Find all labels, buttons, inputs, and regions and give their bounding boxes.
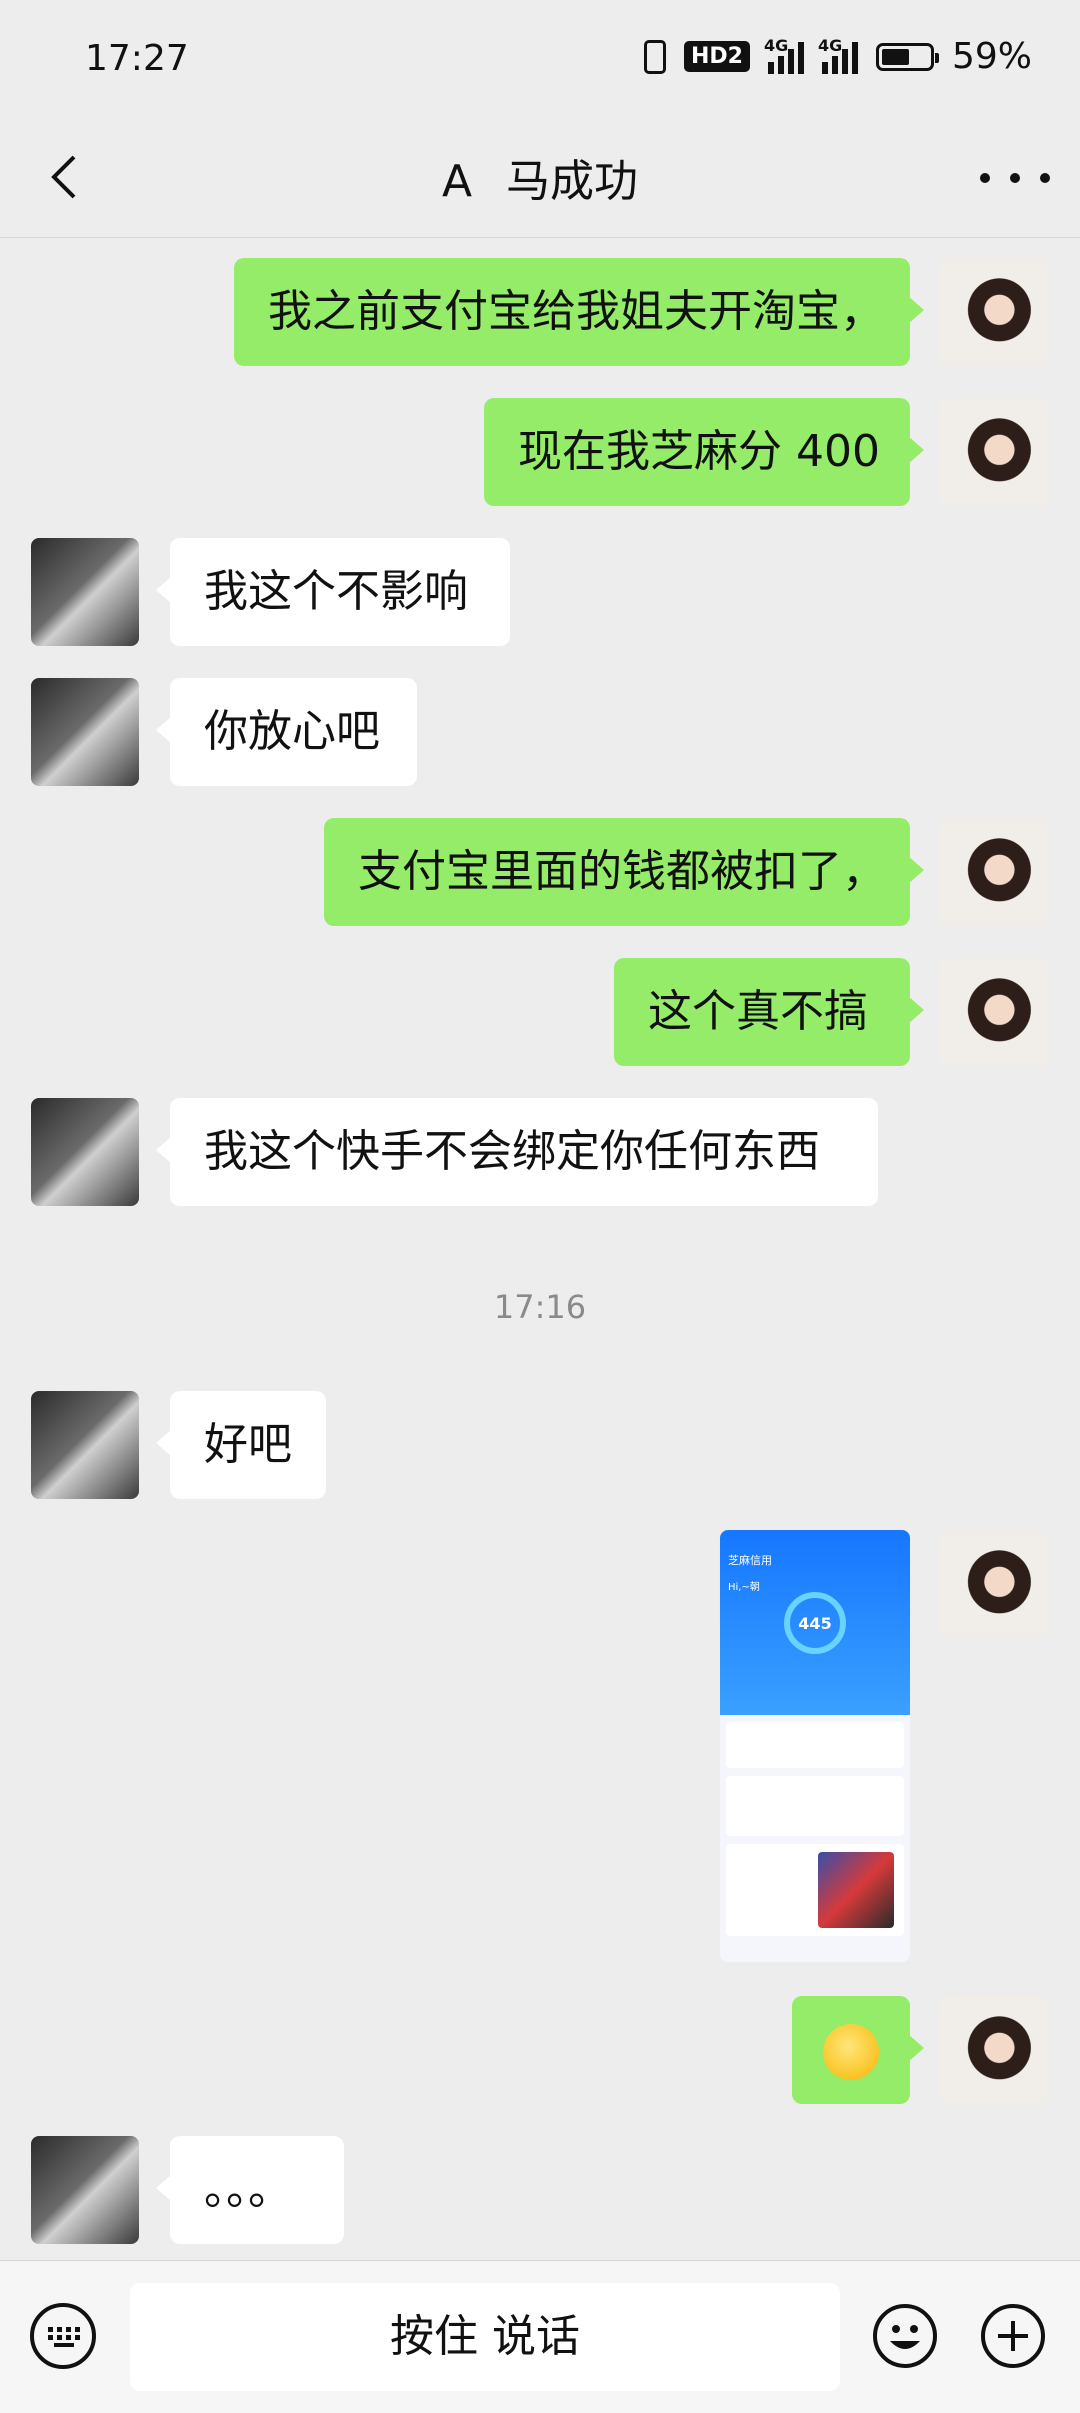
contact-name: 马成功 (506, 156, 639, 207)
hd-badge: HD2 (684, 41, 750, 72)
contact-letter: A (441, 156, 473, 207)
avatar[interactable] (940, 1530, 1048, 1638)
message-row: 我之前支付宝给我姐夫开淘宝， (0, 258, 1080, 366)
smile-icon[interactable] (872, 2303, 938, 2369)
hold-to-talk-button[interactable]: 按住 说话 (130, 2283, 840, 2391)
screenshot-header: 芝麻信用 Hi,~朝 445 (720, 1530, 910, 1715)
status-bar: 17:27 HD2 4G 4G 59% (0, 0, 1080, 125)
screenshot-card (726, 1722, 904, 1768)
screenshot-card (726, 1776, 904, 1836)
chat-header: A 马成功 (0, 125, 1080, 238)
avatar[interactable] (940, 958, 1048, 1066)
message-row: 你放心吧 (0, 678, 1080, 786)
avatar[interactable] (940, 258, 1048, 366)
keyboard-icon[interactable] (30, 2303, 96, 2369)
message-bubble[interactable]: 我这个快手不会绑定你任何东西 (156, 1098, 878, 1206)
more-dots-icon[interactable] (980, 153, 1050, 203)
avatar[interactable] (31, 538, 139, 646)
plus-circle-icon[interactable] (980, 2303, 1046, 2369)
message-row (0, 1996, 1080, 2104)
avatar[interactable] (940, 398, 1048, 506)
message-row: 我这个不影响 (0, 538, 1080, 646)
image-message[interactable]: 芝麻信用 Hi,~朝 445 (720, 1530, 910, 1962)
message-bubble[interactable]: 。。。 (156, 2136, 344, 2244)
signal-icon: 4G (764, 36, 804, 74)
battery-icon (875, 42, 939, 71)
message-bubble[interactable]: 我之前支付宝给我姐夫开淘宝， (234, 258, 924, 366)
input-bar: 按住 说话 (0, 2260, 1080, 2413)
avatar[interactable] (31, 2136, 139, 2244)
message-row: 。。。 (0, 2136, 1080, 2244)
battery-percent: 59% (951, 36, 1032, 77)
status-time: 17:27 (85, 38, 189, 79)
emoji-message[interactable] (792, 1996, 924, 2104)
signal-icon-2: 4G (818, 36, 858, 74)
vibrate-icon (644, 39, 666, 74)
avatar[interactable] (31, 678, 139, 786)
message-bubble[interactable]: 这个真不搞 (614, 958, 924, 1066)
status-icons: HD2 4G 4G 59% (644, 36, 1032, 77)
message-bubble[interactable]: 支付宝里面的钱都被扣了， (324, 818, 924, 926)
message-row: 好吧 (0, 1391, 1080, 1499)
message-row: 支付宝里面的钱都被扣了， (0, 818, 1080, 926)
screenshot-title: 芝麻信用 (728, 1554, 772, 1567)
message-bubble[interactable]: 现在我芝麻分 400 (484, 398, 924, 506)
chat-timestamp: 17:16 (493, 1288, 587, 1326)
message-bubble[interactable]: 你放心吧 (156, 678, 417, 786)
smiling-blush-emoji (823, 2024, 879, 2080)
chat-title: A 马成功 (0, 145, 1080, 209)
screenshot-card (726, 1844, 904, 1936)
avatar[interactable] (940, 1996, 1048, 2104)
message-row: 这个真不搞 (0, 958, 1080, 1066)
message-bubble[interactable]: 好吧 (156, 1391, 326, 1499)
message-bubble[interactable]: 我这个不影响 (156, 538, 510, 646)
screenshot-greeting: Hi,~朝 (728, 1582, 760, 1593)
avatar[interactable] (31, 1391, 139, 1499)
zhima-score: 445 (784, 1592, 846, 1654)
message-row: 现在我芝麻分 400 (0, 398, 1080, 506)
message-row: 我这个快手不会绑定你任何东西 (0, 1098, 1080, 1206)
avatar[interactable] (940, 818, 1048, 926)
avatar[interactable] (31, 1098, 139, 1206)
